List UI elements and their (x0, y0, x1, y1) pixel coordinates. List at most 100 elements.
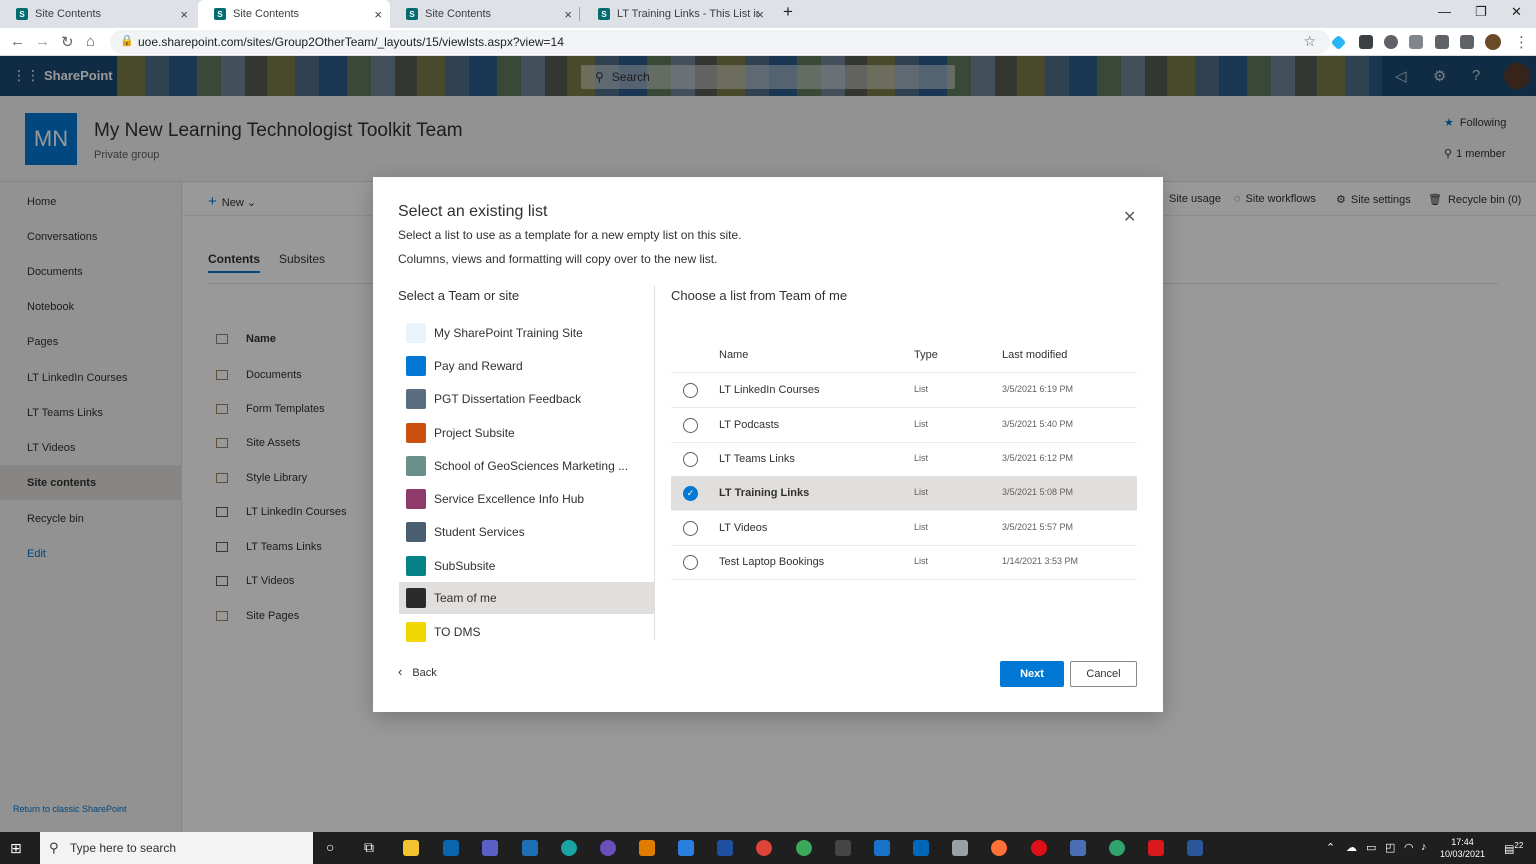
list-row[interactable]: LT LinkedIn CoursesList3/5/2021 6:19 PM (671, 373, 1137, 408)
back-arrow-icon[interactable]: ← (10, 33, 25, 50)
extensions-puzzle-icon[interactable] (1435, 35, 1449, 49)
site-option[interactable]: Team of me (399, 582, 654, 614)
new-tab-icon[interactable]: + (783, 2, 793, 22)
calculator-icon[interactable] (913, 840, 929, 856)
taskbar-search-placeholder: Type here to search (70, 841, 176, 855)
browser-tab[interactable]: S LT Training Links - This List in Sha × (582, 0, 772, 28)
restore-icon[interactable]: ❐ (1475, 4, 1487, 20)
edge-icon[interactable] (561, 840, 577, 856)
radio-button[interactable] (683, 383, 698, 398)
wifi-icon[interactable]: ◠ (1404, 841, 1414, 854)
close-icon[interactable]: ✕ (1123, 207, 1136, 227)
file-explorer-icon[interactable] (403, 840, 419, 856)
profile-avatar[interactable] (1485, 34, 1501, 50)
list-modified: 3/5/2021 6:19 PM (1002, 384, 1073, 394)
acrobat-icon[interactable] (1148, 840, 1164, 856)
list-row[interactable]: LT VideosList3/5/2021 5:57 PM (671, 511, 1137, 546)
address-bar[interactable]: 🔒 uoe.sharepoint.com/sites/Group2OtherTe… (110, 30, 1330, 54)
site-option[interactable]: Pay and Reward (399, 350, 654, 382)
onedrive-icon[interactable]: ☁ (1346, 841, 1357, 854)
sharepoint-favicon-icon: S (16, 8, 28, 20)
close-tab-icon[interactable]: × (180, 7, 188, 22)
app-circle-icon[interactable] (600, 840, 616, 856)
radio-button[interactable] (683, 452, 698, 467)
list-row[interactable]: LT PodcastsList3/5/2021 5:40 PM (671, 408, 1137, 443)
list-name: LT LinkedIn Courses (719, 384, 819, 396)
firefox-icon[interactable] (991, 840, 1007, 856)
opera-icon[interactable] (1031, 840, 1047, 856)
column-header-type[interactable]: Type (914, 349, 938, 361)
app-green-icon[interactable] (796, 840, 812, 856)
browser-menu-icon[interactable]: ⋮ (1514, 33, 1529, 51)
browser-tab[interactable]: S Site Contents × (390, 0, 580, 28)
tray-chevron-up-icon[interactable]: ⌃ (1326, 841, 1335, 854)
close-tab-icon[interactable]: × (564, 7, 572, 22)
home-icon[interactable]: ⌂ (86, 33, 95, 50)
radio-checked-icon[interactable]: ✓ (683, 486, 698, 501)
site-option[interactable]: TO DMS (399, 616, 654, 648)
next-button[interactable]: Next (1000, 661, 1064, 687)
clock-date: 10/03/2021 (1440, 848, 1485, 860)
app-icon[interactable] (522, 840, 538, 856)
visio-icon[interactable] (717, 840, 733, 856)
battery-icon[interactable]: ▭ (1366, 841, 1376, 854)
list-row[interactable]: Test Laptop BookingsList1/14/2021 3:53 P… (671, 545, 1137, 580)
list-row[interactable]: ✓LT Training LinksList3/5/2021 5:08 PM (671, 476, 1137, 511)
site-option[interactable]: School of GeoSciences Marketing ... (399, 450, 654, 482)
extension-camera-icon[interactable] (1409, 35, 1423, 49)
word-icon[interactable] (1187, 840, 1203, 856)
site-option-label: Pay and Reward (434, 359, 523, 373)
list-row[interactable]: LT Teams LinksList3/5/2021 6:12 PM (671, 442, 1137, 477)
site-option[interactable]: SubSubsite (399, 550, 654, 582)
minimize-icon[interactable]: — (1438, 4, 1451, 19)
snipping-tool-icon[interactable] (874, 840, 890, 856)
teams-icon[interactable] (482, 840, 498, 856)
list-name: LT Training Links (719, 487, 809, 499)
site-option[interactable]: Service Excellence Info Hub (399, 483, 654, 515)
app-people-icon[interactable] (1070, 840, 1086, 856)
site-option[interactable]: PGT Dissertation Feedback (399, 383, 654, 415)
outlook-icon[interactable] (443, 840, 459, 856)
calendar-icon[interactable] (678, 840, 694, 856)
chrome-icon[interactable] (756, 840, 772, 856)
terminal-icon[interactable] (835, 840, 851, 856)
column-header-name[interactable]: Name (719, 349, 748, 361)
taskbar-search-box[interactable]: ⚲ Type here to search (40, 832, 313, 864)
reload-icon[interactable]: ↻ (61, 33, 74, 51)
app-diamond-icon[interactable] (639, 840, 655, 856)
forward-arrow-icon[interactable]: → (35, 33, 50, 50)
browser-tab-active[interactable]: S Site Contents × (198, 0, 390, 28)
column-header-last-modified[interactable]: Last modified (1002, 349, 1067, 361)
radio-button[interactable] (683, 418, 698, 433)
app-green-circle-icon[interactable] (1109, 840, 1125, 856)
site-option[interactable]: My SharePoint Training Site (399, 317, 654, 349)
browser-toolbar: ← → ↻ ⌂ 🔒 uoe.sharepoint.com/sites/Group… (0, 28, 1536, 56)
volume-icon[interactable]: ♪ (1421, 841, 1427, 853)
site-option[interactable]: Project Subsite (399, 417, 654, 449)
browser-tab-title: Site Contents (233, 8, 299, 20)
browser-tab[interactable]: S Site Contents × (0, 0, 196, 28)
radio-button[interactable] (683, 555, 698, 570)
bookmark-star-icon[interactable]: ☆ (1303, 33, 1316, 50)
cancel-button[interactable]: Cancel (1070, 661, 1137, 687)
back-button[interactable]: ‹Back (398, 664, 437, 679)
site-option[interactable]: Student Services (399, 516, 654, 548)
extension-screen-icon[interactable] (1359, 35, 1373, 49)
tab-separator (579, 7, 580, 21)
close-window-icon[interactable]: ✕ (1511, 4, 1522, 20)
paint-icon[interactable] (952, 840, 968, 856)
close-tab-icon[interactable]: × (756, 7, 764, 22)
site-option-label: Student Services (434, 525, 525, 539)
taskbar-clock[interactable]: 17:44 10/03/2021 (1440, 836, 1485, 860)
radio-button[interactable] (683, 521, 698, 536)
reading-list-icon[interactable] (1460, 35, 1474, 49)
extension-w-icon[interactable] (1384, 35, 1398, 49)
close-tab-icon[interactable]: × (374, 7, 382, 22)
notification-center-icon[interactable]: ▤22 (1504, 841, 1523, 856)
url-text: uoe.sharepoint.com/sites/Group2OtherTeam… (138, 35, 564, 49)
windows-start-icon[interactable]: ⊞ (10, 841, 25, 856)
task-view-icon[interactable]: ⧉ (364, 839, 374, 856)
cortana-icon[interactable]: ○ (326, 839, 334, 855)
extension-diamond-icon[interactable] (1331, 35, 1347, 51)
network-icon[interactable]: ◰ (1385, 841, 1395, 854)
